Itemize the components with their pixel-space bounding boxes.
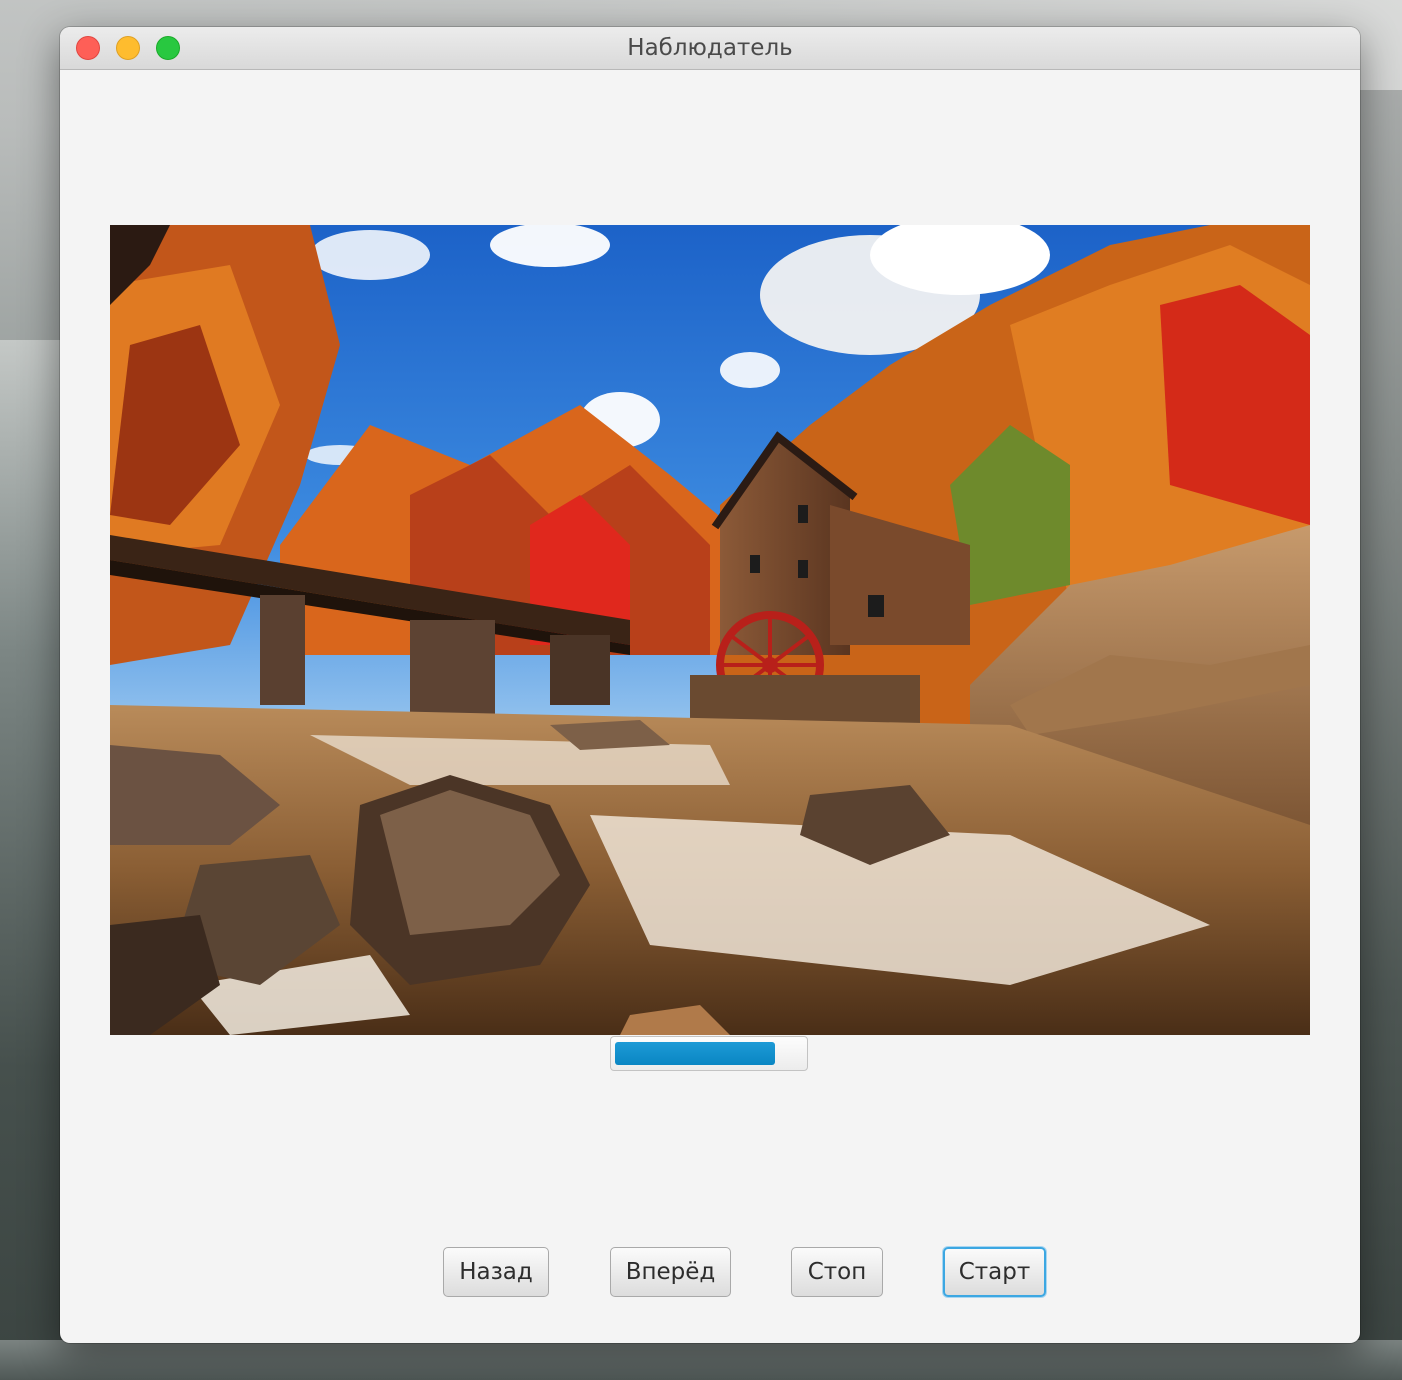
watermill-photo (110, 225, 1310, 1035)
app-window: Наблюдатель Назад Вперёд Стоп Старт (60, 27, 1360, 1343)
title-bar[interactable]: Наблюдатель (60, 27, 1360, 70)
progress-bar (610, 1036, 808, 1071)
stop-button[interactable]: Стоп (791, 1247, 883, 1297)
window-title: Наблюдатель (627, 35, 793, 61)
forward-button[interactable]: Вперёд (610, 1247, 731, 1297)
progress-fill (615, 1042, 775, 1065)
start-button[interactable]: Старт (943, 1247, 1046, 1297)
image-viewer (110, 225, 1310, 1035)
back-button[interactable]: Назад (443, 1247, 549, 1297)
forest-bottom (0, 1340, 1402, 1380)
